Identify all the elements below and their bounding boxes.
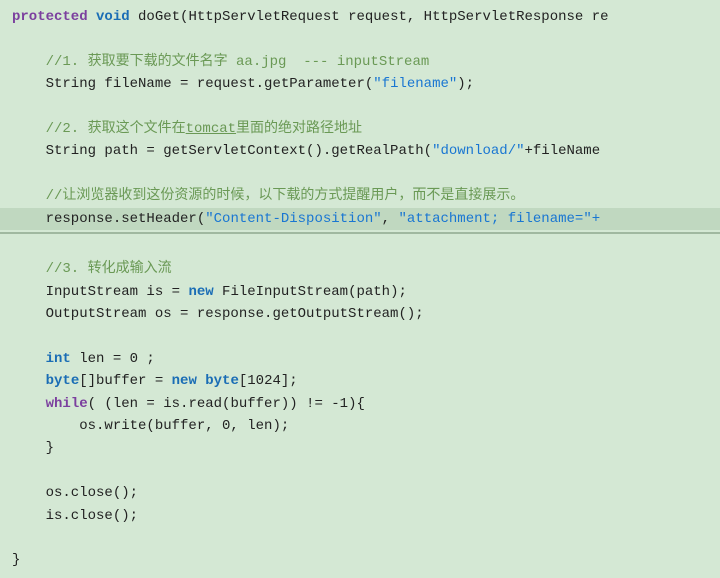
code-line: //2. 获取这个文件在tomcat里面的绝对路径地址	[0, 118, 720, 140]
code-section-divider	[0, 232, 720, 234]
code-token: }	[12, 437, 54, 459]
code-token: while	[46, 393, 88, 415]
code-line: InputStream is = new FileInputStream(pat…	[0, 281, 720, 303]
code-line: byte[]buffer = new byte[1024];	[0, 370, 720, 392]
code-token: protected	[12, 6, 96, 28]
code-line	[0, 163, 720, 185]
code-line: os.write(buffer, 0, len);	[0, 415, 720, 437]
code-token: //3. 转化成输入流	[12, 258, 172, 280]
code-token: FileInputStream(path);	[222, 281, 407, 303]
code-token: byte	[205, 370, 239, 392]
code-token: +fileName	[525, 140, 601, 162]
code-token: is.close();	[12, 505, 138, 527]
code-line: }	[0, 549, 720, 571]
code-token: os.write(buffer, 0, len);	[12, 415, 289, 437]
code-token: response.setHeader(	[12, 208, 205, 230]
code-line: String path = getServletContext().getRea…	[0, 140, 720, 162]
code-line: OutputStream os = response.getOutputStre…	[0, 303, 720, 325]
code-token: doGet(HttpServletRequest request, HttpSe…	[138, 6, 608, 28]
code-line: int len = 0 ;	[0, 348, 720, 370]
code-token: tomcat	[186, 118, 236, 140]
code-token: String path = getServletContext().getRea…	[12, 140, 432, 162]
code-token: ,	[382, 208, 399, 230]
code-token: OutputStream os = response.getOutputStre…	[12, 303, 424, 325]
code-line	[0, 236, 720, 258]
code-token: "attachment; filename="+	[398, 208, 600, 230]
code-token: byte	[46, 370, 80, 392]
code-token	[12, 348, 46, 370]
code-token: "filename"	[373, 73, 457, 95]
code-line: //让浏览器收到这份资源的时候，以下载的方式提醒用户，而不是直接展示。	[0, 185, 720, 207]
code-token: "Content-Disposition"	[205, 208, 381, 230]
code-token: }	[12, 549, 20, 571]
code-line	[0, 28, 720, 50]
code-line: os.close();	[0, 482, 720, 504]
code-token: InputStream is =	[12, 281, 188, 303]
code-token: //2. 获取这个文件在	[12, 118, 186, 140]
code-token	[12, 370, 46, 392]
code-token: []buffer =	[79, 370, 171, 392]
code-line	[0, 325, 720, 347]
code-token: //1. 获取要下载的文件名字 aa.jpg --- inputStream	[12, 51, 429, 73]
code-line: //1. 获取要下载的文件名字 aa.jpg --- inputStream	[0, 51, 720, 73]
code-token: new	[172, 370, 206, 392]
code-line	[0, 460, 720, 482]
code-line: }	[0, 437, 720, 459]
code-token: [1024];	[239, 370, 298, 392]
code-token: void	[96, 6, 138, 28]
code-token: ( (len = is.read(buffer)) != -1){	[88, 393, 365, 415]
code-token: //让浏览器收到这份资源的时候，以下载的方式提醒用户，而不是直接展示。	[12, 185, 524, 207]
code-token	[12, 393, 46, 415]
code-line: response.setHeader("Content-Disposition"…	[0, 208, 720, 230]
code-editor: protected void doGet(HttpServletRequest …	[0, 0, 720, 578]
code-line: protected void doGet(HttpServletRequest …	[0, 6, 720, 28]
code-line: //3. 转化成输入流	[0, 258, 720, 280]
code-line: String fileName = request.getParameter("…	[0, 73, 720, 95]
code-line: while( (len = is.read(buffer)) != -1){	[0, 393, 720, 415]
code-token: int	[46, 348, 80, 370]
code-token: os.close();	[12, 482, 138, 504]
code-token: len = 0 ;	[79, 348, 155, 370]
code-line: is.close();	[0, 505, 720, 527]
code-token: String fileName = request.getParameter(	[12, 73, 373, 95]
code-token: new	[188, 281, 222, 303]
code-token: "download/"	[432, 140, 524, 162]
code-line	[0, 527, 720, 549]
code-token: 里面的绝对路径地址	[236, 118, 362, 140]
code-line	[0, 96, 720, 118]
code-token: );	[457, 73, 474, 95]
